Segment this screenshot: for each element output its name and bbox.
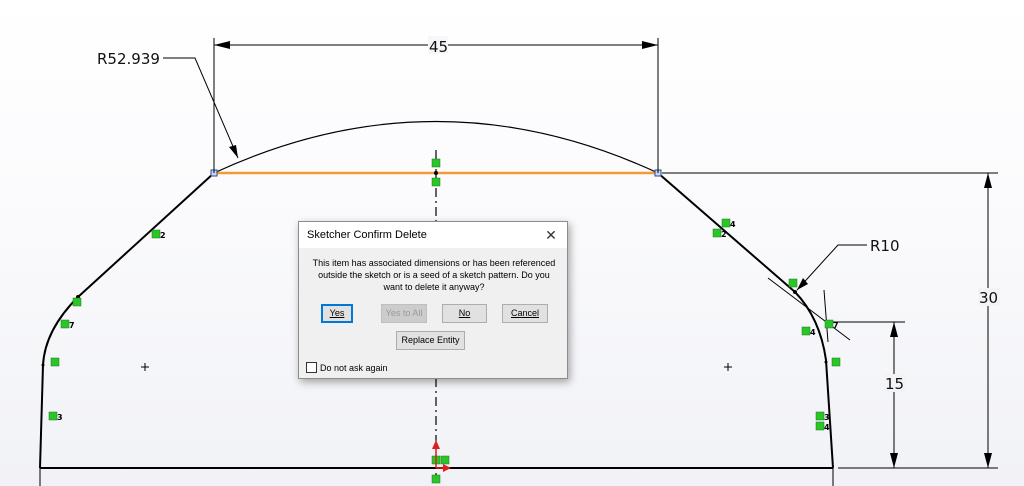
left-slant-line[interactable] [77,172,215,298]
replace-entity-button[interactable]: Replace Entity [396,331,465,350]
dim-width-top[interactable]: 45 [429,38,448,56]
dim-height-total[interactable]: 30 [979,289,998,307]
dim-radius-fillet[interactable]: R10 [870,237,900,255]
do-not-ask-checkbox[interactable]: Do not ask again [306,362,388,374]
svg-text:4: 4 [824,423,830,432]
svg-text:3: 3 [824,413,830,422]
yes-to-all-button[interactable]: Yes to All [381,304,427,323]
confirm-delete-dialog[interactable]: Sketcher Confirm Delete ✕ This item has … [298,221,568,379]
checkbox-label: Do not ask again [320,363,388,373]
svg-text:7: 7 [833,321,839,330]
svg-text:3: 3 [57,413,63,422]
svg-text:7: 7 [69,321,75,330]
svg-text:2: 2 [721,230,727,239]
dialog-title: Sketcher Confirm Delete [307,229,427,241]
dialog-titlebar[interactable]: Sketcher Confirm Delete ✕ [299,222,567,248]
svg-text:4: 4 [730,220,736,229]
checkbox-box[interactable] [306,362,317,373]
svg-text:2: 2 [160,231,166,240]
dim-height-lower[interactable]: 15 [885,375,904,393]
cancel-button[interactable]: Cancel [502,304,548,323]
dim-radius-arc[interactable]: R52.939 [97,50,160,68]
yes-button[interactable]: Yes [321,304,353,323]
close-icon[interactable]: ✕ [541,225,561,245]
svg-text:4: 4 [810,328,816,337]
dialog-message: This item has associated dimensions or h… [312,258,556,292]
right-fillet-arc[interactable] [794,291,834,469]
no-button[interactable]: No [442,304,487,323]
